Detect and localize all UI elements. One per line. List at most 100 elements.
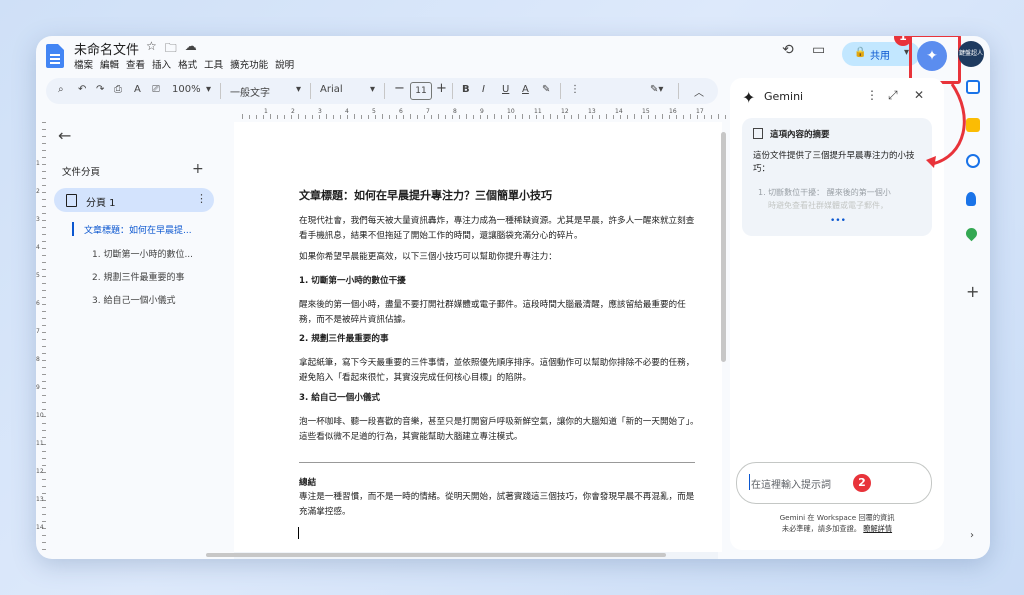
zoom-select[interactable]: 100% [172,84,201,95]
comments-icon[interactable]: ▭ [812,42,825,58]
search-menus-icon[interactable]: ⌕ [58,84,64,95]
more-options-icon[interactable]: ⋮ [866,88,878,102]
ruler-number: 11 [36,440,44,447]
ruler-tick [571,115,572,119]
ruler-tick [42,297,46,298]
menu-extensions[interactable]: 擴充功能 [230,57,268,71]
underline-icon[interactable]: U [502,84,509,95]
highlight-color-icon[interactable]: ✎ [542,84,550,95]
document-tab-icon [66,194,77,207]
ruler-tick [42,171,46,172]
contacts-icon[interactable] [966,192,976,206]
add-tab-icon[interactable]: + [192,161,204,177]
horizontal-rule [299,462,695,463]
ruler-tick [410,114,411,119]
ruler-tick [613,115,614,119]
editing-mode-icon[interactable]: ✎▾ [650,84,663,95]
ruler-tick [319,115,320,119]
expand-side-panel-icon[interactable]: › [970,530,974,541]
outline-item-title[interactable]: 文章標題：如何在早晨提... [84,223,192,236]
prompt-input[interactable]: 在這裡輸入提示詞 2 [736,462,932,504]
undo-icon[interactable]: ↶ [78,84,86,95]
horizontal-scrollbar[interactable] [206,553,666,557]
add-app-icon[interactable]: + [966,282,979,301]
ruler-tick [529,115,530,119]
italic-icon[interactable]: I [482,84,485,95]
ruler-tick [42,185,46,186]
ruler-tick [42,227,46,228]
text-color-icon[interactable]: A [522,84,529,95]
font-size-input[interactable]: 11 [410,82,432,100]
bold-icon[interactable]: B [462,84,470,95]
ruler-tick [42,199,46,200]
ruler-tick [515,115,516,119]
ruler-tick [655,115,656,119]
maps-icon[interactable] [963,225,980,242]
ruler-number: 7 [426,108,430,115]
menu-format[interactable]: 格式 [178,57,197,71]
ruler-tick [42,269,46,270]
menu-tools[interactable]: 工具 [204,57,223,71]
ruler-number: 16 [669,108,677,115]
print-icon[interactable]: ⎙ [114,84,122,95]
text-cursor [298,527,299,539]
ruler-tick [550,114,551,119]
ruler-tick [42,164,46,165]
keep-icon[interactable] [966,118,980,132]
menu-help[interactable]: 說明 [275,57,294,71]
tasks-icon[interactable] [966,154,980,168]
avatar[interactable]: 鍵盤超人 [958,41,984,67]
font-select[interactable]: Arial [320,84,343,95]
lock-icon: 🔒 [854,47,867,58]
paint-format-icon[interactable]: ⎚ [152,84,160,95]
vertical-scrollbar[interactable] [720,122,726,422]
menu-insert[interactable]: 插入 [152,57,171,71]
horizontal-ruler[interactable]: 1 2 3 4 5 6 7 8 9 10 11 12 13 14 15 16 17 [234,108,726,120]
vertical-ruler[interactable]: 1 2 3 4 5 6 7 8 9 10 11 12 13 14 [36,122,46,559]
redo-icon[interactable]: ↷ [96,84,104,95]
paragraph: 醒來後的第一個小時，盡量不要打開社群媒體或電子郵件。這段時間大腦最清醒，應該留給… [299,300,686,325]
menu-file[interactable]: 檔案 [74,57,93,71]
docs-logo-icon[interactable] [46,44,64,68]
spellcheck-icon[interactable]: A [134,84,141,95]
more-options-icon[interactable]: ⋮ [570,84,580,95]
ruler-tick [718,114,719,119]
ruler-tick [480,115,481,119]
doc-title[interactable]: 未命名文件 [74,39,139,58]
decrease-font-size-icon[interactable]: − [394,81,405,96]
ruler-tick [375,115,376,119]
style-select[interactable]: 一般文字 [230,84,270,99]
ruler-tick [42,395,46,396]
expand-summary-icon[interactable]: ••• [830,216,846,226]
calendar-icon[interactable] [966,80,980,94]
tab-item[interactable]: 分頁 1 ⋮ [54,188,214,212]
section-heading: 3. 給自己一個小儀式 [299,393,380,403]
history-icon[interactable]: ⟲ [782,42,794,58]
expand-icon[interactable]: ⤢ [888,88,898,103]
menu-view[interactable]: 查看 [126,57,145,71]
ruler-tick [620,115,621,119]
ruler-tick [396,115,397,119]
outline-item-2[interactable]: 2. 規劃三件最重要的事 [92,270,184,283]
ruler-tick [42,143,46,144]
hide-menus-icon[interactable]: ︿ [694,84,704,99]
ruler-tick [445,115,446,119]
outline-item-3[interactable]: 3. 給自己一個小儀式 [92,293,175,306]
menu-edit[interactable]: 編輯 [100,57,119,71]
learn-more-link[interactable]: 瞭解詳情 [863,524,892,533]
summary-doc-icon [753,128,763,139]
ruler-number: 1 [264,108,268,115]
back-arrow-icon[interactable]: ← [58,126,71,145]
menu-bar: 檔案 編輯 查看 插入 格式 工具 擴充功能 說明 [74,57,294,71]
ruler-tick [382,114,383,119]
tab-more-icon[interactable]: ⋮ [196,192,207,205]
increase-font-size-icon[interactable]: + [436,81,447,96]
ruler-tick [291,115,292,119]
section-heading: 2. 規劃三件最重要的事 [299,334,389,344]
paragraph: 如果你希望早晨能更高效，以下三個小技巧可以幫助你提升專注力： [299,252,557,262]
outline-item-1[interactable]: 1. 切斷第一小時的數位... [92,247,193,260]
section-heading: 1. 切斷第一小時的數位干擾 [299,276,406,286]
document-page[interactable]: 文章標題：如何在早晨提升專注力？三個簡單小技巧 在現代社會，我們每天被大量資訊轟… [234,122,722,552]
ruler-tick [627,115,628,119]
ruler-tick [305,115,306,119]
